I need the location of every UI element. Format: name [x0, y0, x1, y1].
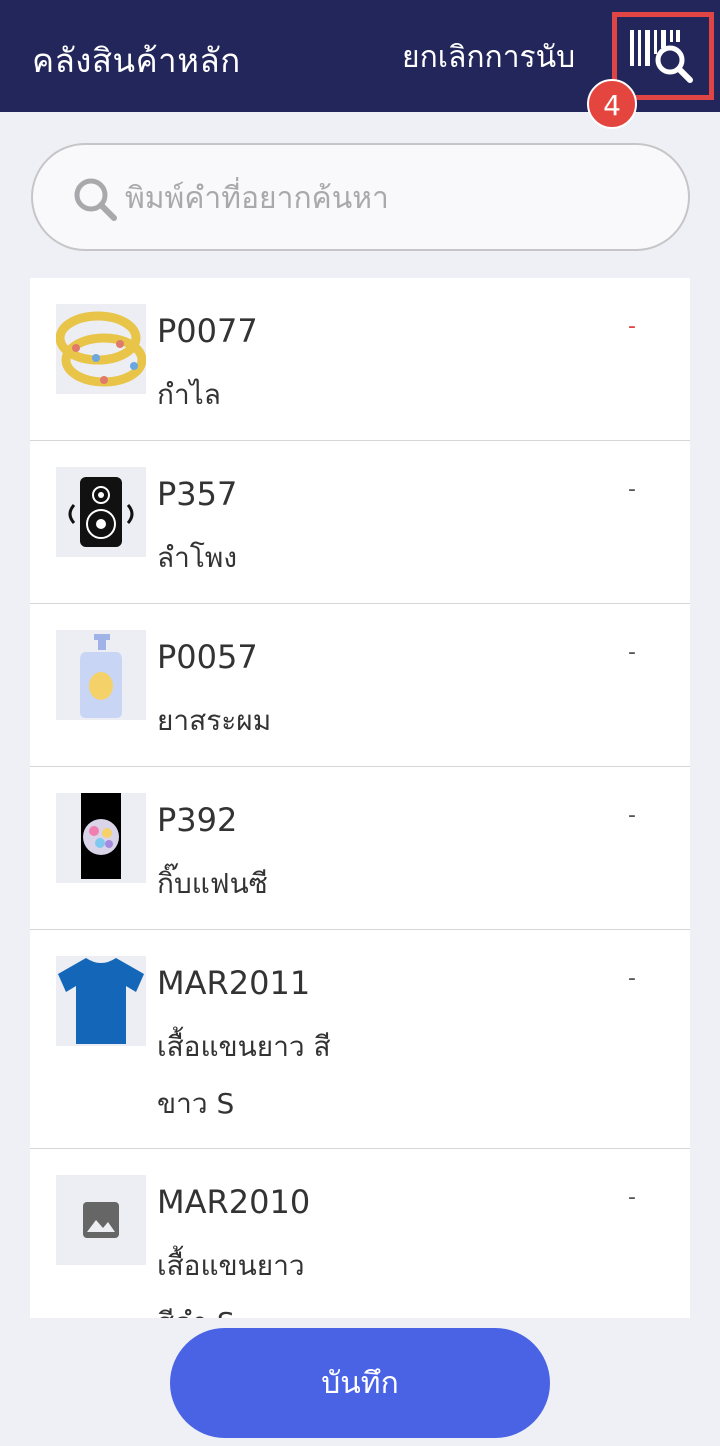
shampoo-image [56, 630, 146, 720]
list-item[interactable]: P392 กิ๊บแฟนซี - [30, 767, 690, 930]
search-bar[interactable] [31, 143, 690, 251]
list-item[interactable]: P357 ลำโพง - [30, 441, 690, 604]
list-item[interactable]: MAR2011 เสื้อแขนยาว สี ขาว S - [30, 930, 690, 1149]
list-item[interactable]: P0077 กำไล - [30, 278, 690, 441]
bangle-image [56, 304, 146, 394]
product-name: ยาสระผม [157, 704, 272, 737]
product-qty: - [628, 314, 636, 339]
product-qty: - [628, 966, 636, 991]
search-input[interactable] [125, 170, 645, 226]
product-code: P0057 [157, 638, 258, 676]
barcode-search-icon[interactable] [630, 28, 698, 84]
product-name: เสื้อแขนยาว สี ขาว S [157, 1030, 331, 1120]
product-qty: - [628, 803, 636, 828]
cancel-count-button[interactable]: ยกเลิกการนับ [402, 34, 575, 81]
product-qty: - [628, 477, 636, 502]
tshirt-image [56, 956, 146, 1046]
product-code: MAR2011 [157, 964, 311, 1002]
placeholder-image [56, 1175, 146, 1265]
product-code: P357 [157, 475, 238, 513]
product-qty: - [628, 1185, 636, 1210]
product-code: MAR2010 [157, 1183, 311, 1221]
product-qty: - [628, 640, 636, 665]
search-icon [74, 178, 117, 221]
product-name: กำไล [157, 378, 221, 411]
list-item[interactable]: P0057 ยาสระผม - [30, 604, 690, 767]
product-list[interactable]: P0077 กำไล - P357 ลำโพง - P0057 ยาสระผม … [30, 278, 690, 1318]
product-code: P0077 [157, 312, 258, 350]
step-badge: 4 [587, 79, 637, 129]
page-title: คลังสินค้าหลัก [32, 41, 241, 80]
product-code: P392 [157, 801, 238, 839]
image-icon [83, 1202, 119, 1238]
save-button[interactable]: บันทึก [170, 1328, 550, 1438]
product-name: ลำโพง [157, 541, 238, 574]
speaker-image [56, 467, 146, 557]
list-item[interactable]: MAR2010 เสื้อแขนยาว สีดำ S - [30, 1149, 690, 1318]
hairclip-image [56, 793, 146, 883]
product-name: เสื้อแขนยาว สีดำ S [157, 1249, 305, 1318]
product-name: กิ๊บแฟนซี [157, 867, 268, 900]
